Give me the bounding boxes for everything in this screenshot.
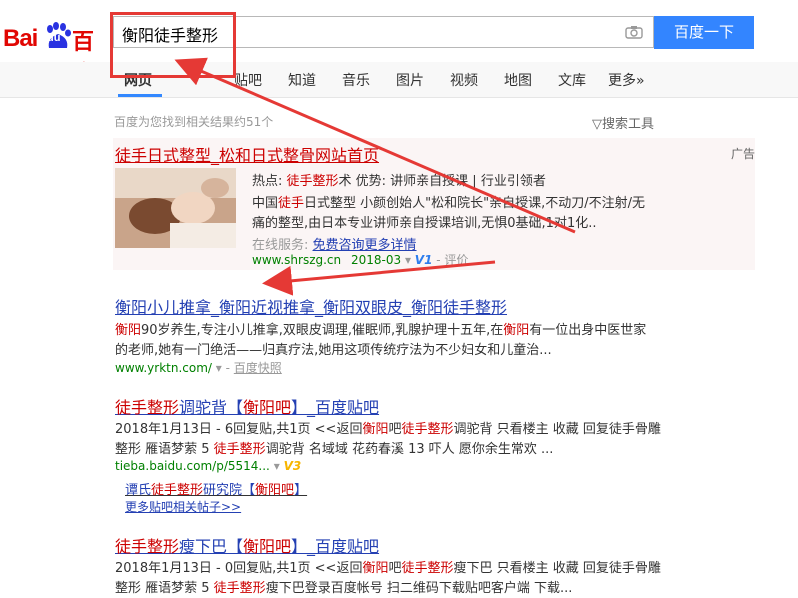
- filter-icon: ▽: [592, 117, 602, 132]
- r1-kw2: 衡阳: [503, 323, 530, 338]
- r2-sub1-kw: 徒手整形: [151, 483, 204, 498]
- ad-title-link[interactable]: 徒手日式整型_松和日式整骨网站首页: [115, 142, 379, 166]
- r2-sub1c: 】: [294, 483, 308, 498]
- ad-thumbnail[interactable]: [115, 168, 236, 248]
- camera-icon[interactable]: [625, 25, 643, 39]
- r3-title-a: 瘦下巴【: [179, 537, 244, 556]
- r1-kw1: 衡阳: [115, 323, 142, 338]
- ad-hot-label: 热点:: [252, 174, 287, 189]
- r2-sub1-kw2: 衡阳吧: [255, 483, 295, 498]
- r3-d2b: 瘦下巴登录百度帐号 扫二维码下载贴吧客户端 下载...: [265, 581, 573, 596]
- tab-video[interactable]: 视频: [450, 70, 478, 90]
- r1-d1a: 90岁养生,专注小儿推拿,双眼皮调理,催眠师,乳腺护理十五年,在: [141, 323, 504, 338]
- result2-more-link[interactable]: 更多贴吧相关帖子>>: [125, 498, 241, 515]
- result1-url[interactable]: www.yrktn.com/: [115, 361, 212, 375]
- r2-kw2: 徒手整形: [401, 422, 454, 437]
- r2-kw1: 衡阳: [362, 422, 389, 437]
- active-tab-underline: [118, 94, 162, 97]
- ad-hot-keyword: 徒手整形: [286, 174, 339, 189]
- search-button[interactable]: 百度一下: [654, 16, 754, 49]
- dropdown-arrow-icon[interactable]: ▾: [274, 459, 280, 473]
- ad-desc-line1: 中国徒手日式整型 小颜创始人"松和院长"亲自授课,不动刀/不注射/无: [252, 192, 645, 211]
- tab-tieba[interactable]: 贴吧: [234, 70, 262, 90]
- r2-title-kw: 徒手整形: [115, 398, 180, 417]
- dropdown-arrow-icon[interactable]: ▾: [216, 361, 222, 375]
- logo-text-du: du: [47, 32, 61, 44]
- r2-title-b: 】_百度贴吧: [291, 398, 380, 417]
- r3-title-b: 】_百度贴吧: [291, 537, 380, 556]
- r2-sub1b: 研究院【: [203, 483, 256, 498]
- result1-desc2: 的老师,她有一门绝活——归真疗法,她用这项传统疗法为不少妇女和儿童治...: [115, 343, 552, 358]
- tab-music[interactable]: 音乐: [342, 70, 370, 90]
- r3-kw1: 衡阳: [362, 561, 389, 576]
- ad-url-line: www.shrszg.cn 2018-03 ▾ V1 - 评价: [252, 251, 468, 268]
- ad-eval-link[interactable]: - 评价: [436, 253, 468, 267]
- r2-d1a: 2018年1月13日 - 6回复贴,共1页 <<返回: [115, 422, 363, 437]
- logo-text-bai: Bai: [3, 25, 38, 52]
- r3-kw2: 徒手整形: [401, 561, 454, 576]
- tab-wenku[interactable]: 文库: [558, 70, 586, 90]
- r1-d1b: 有一位出身中医世家: [529, 323, 647, 338]
- result2-sublink1[interactable]: 谭氏徒手整形研究院【衡阳吧】: [125, 479, 307, 498]
- search-tools-label: 搜索工具: [602, 117, 655, 132]
- result3-desc1: 2018年1月13日 - 0回复贴,共1页 <<返回衡阳吧徒手整形瘦下巴 只看楼…: [115, 557, 661, 576]
- tab-more[interactable]: 更多»: [608, 70, 645, 90]
- ad-desc-a: 中国: [252, 196, 279, 211]
- r2-kw3: 徒手整形: [213, 442, 266, 457]
- r3-d1a: 2018年1月13日 - 0回复贴,共1页 <<返回: [115, 561, 363, 576]
- r2-title-kw2: 衡阳吧: [243, 398, 292, 417]
- result2-desc2: 整形 雁语梦萦 5 徒手整形调驼背 名域域 花药春溪 13 吓人 愿你余生常欢 …: [115, 438, 553, 457]
- r2-d1c: 调驼背 只看楼主 收藏 回复徒手骨雕: [453, 422, 661, 437]
- result1-snapshot-link[interactable]: 百度快照: [234, 361, 282, 375]
- ad-photo: [115, 168, 236, 248]
- ad-hot-text: 术 优势: 讲师亲自授课 | 行业引领者: [338, 174, 546, 189]
- result2-url-line: tieba.baidu.com/p/5514... ▾ V3: [115, 459, 301, 473]
- annotation-box: [110, 12, 236, 78]
- result1-url-line: www.yrktn.com/ ▾ - 百度快照: [115, 361, 282, 375]
- tab-map[interactable]: 地图: [504, 70, 532, 90]
- result-count: 百度为您找到相关结果约51个: [114, 115, 274, 129]
- tab-images[interactable]: 图片: [396, 70, 424, 90]
- ad-date: 2018-03: [350, 253, 402, 267]
- ad-desc-keyword: 徒手: [278, 196, 305, 211]
- r3-kw3: 徒手整形: [213, 581, 266, 596]
- search-tools-button[interactable]: ▽搜索工具: [592, 113, 654, 132]
- result2-title-link[interactable]: 徒手整形调驼背【衡阳吧】_百度贴吧: [115, 394, 379, 418]
- ad-hot-line: 热点: 徒手整形术 优势: 讲师亲自授课 | 行业引领者: [252, 170, 546, 189]
- r3-d1b: 吧: [388, 561, 402, 576]
- result2-url[interactable]: tieba.baidu.com/p/5514...: [115, 459, 270, 473]
- result3-desc2: 整形 雁语梦萦 5 徒手整形瘦下巴登录百度帐号 扫二维码下载贴吧客户端 下载..…: [115, 577, 572, 596]
- result1-title-link[interactable]: 衡阳小儿推拿_衡阳近视推拿_衡阳双眼皮_衡阳徒手整形: [115, 294, 507, 318]
- r3-d1c: 瘦下巴 只看楼主 收藏 回复徒手骨雕: [453, 561, 661, 576]
- r3-title-kw: 徒手整形: [115, 537, 180, 556]
- v3-badge-icon[interactable]: V3: [284, 459, 302, 473]
- ad-badge: 广告: [731, 147, 756, 161]
- result1-desc1: 衡阳90岁养生,专注小儿推拿,双眼皮调理,催眠师,乳腺护理十五年,在衡阳有一位出…: [115, 319, 646, 338]
- ad-url[interactable]: www.shrszg.cn: [252, 253, 341, 267]
- r2-d2b: 调驼背 名域域 花药春溪 13 吓人 愿你余生常欢 ...: [265, 442, 554, 457]
- ad-desc-line2: 痛的整型,由日本专业讲师亲自授课培训,无惧0基础,1对1化..: [252, 216, 597, 231]
- result2-desc1: 2018年1月13日 - 6回复贴,共1页 <<返回衡阳吧徒手整形调驼背 只看楼…: [115, 418, 661, 437]
- r2-title-a: 调驼背【: [179, 398, 244, 417]
- dropdown-arrow-icon[interactable]: ▾: [405, 253, 411, 267]
- baidu-logo[interactable]: Bai du 百度: [3, 20, 107, 87]
- v-badge-icon[interactable]: V1: [415, 253, 433, 267]
- r3-d2a: 整形 雁语梦萦 5: [115, 581, 214, 596]
- result3-title-link[interactable]: 徒手整形瘦下巴【衡阳吧】_百度贴吧: [115, 533, 379, 557]
- r2-d2a: 整形 雁语梦萦 5: [115, 442, 214, 457]
- ad-desc-b: 日式整型 小颜创始人"松和院长"亲自授课,不动刀/不注射/无: [304, 196, 646, 211]
- r2-sub1a: 谭氏: [125, 483, 152, 498]
- tab-zhidao[interactable]: 知道: [288, 70, 316, 90]
- r2-d1b: 吧: [388, 422, 402, 437]
- r3-title-kw2: 衡阳吧: [243, 537, 292, 556]
